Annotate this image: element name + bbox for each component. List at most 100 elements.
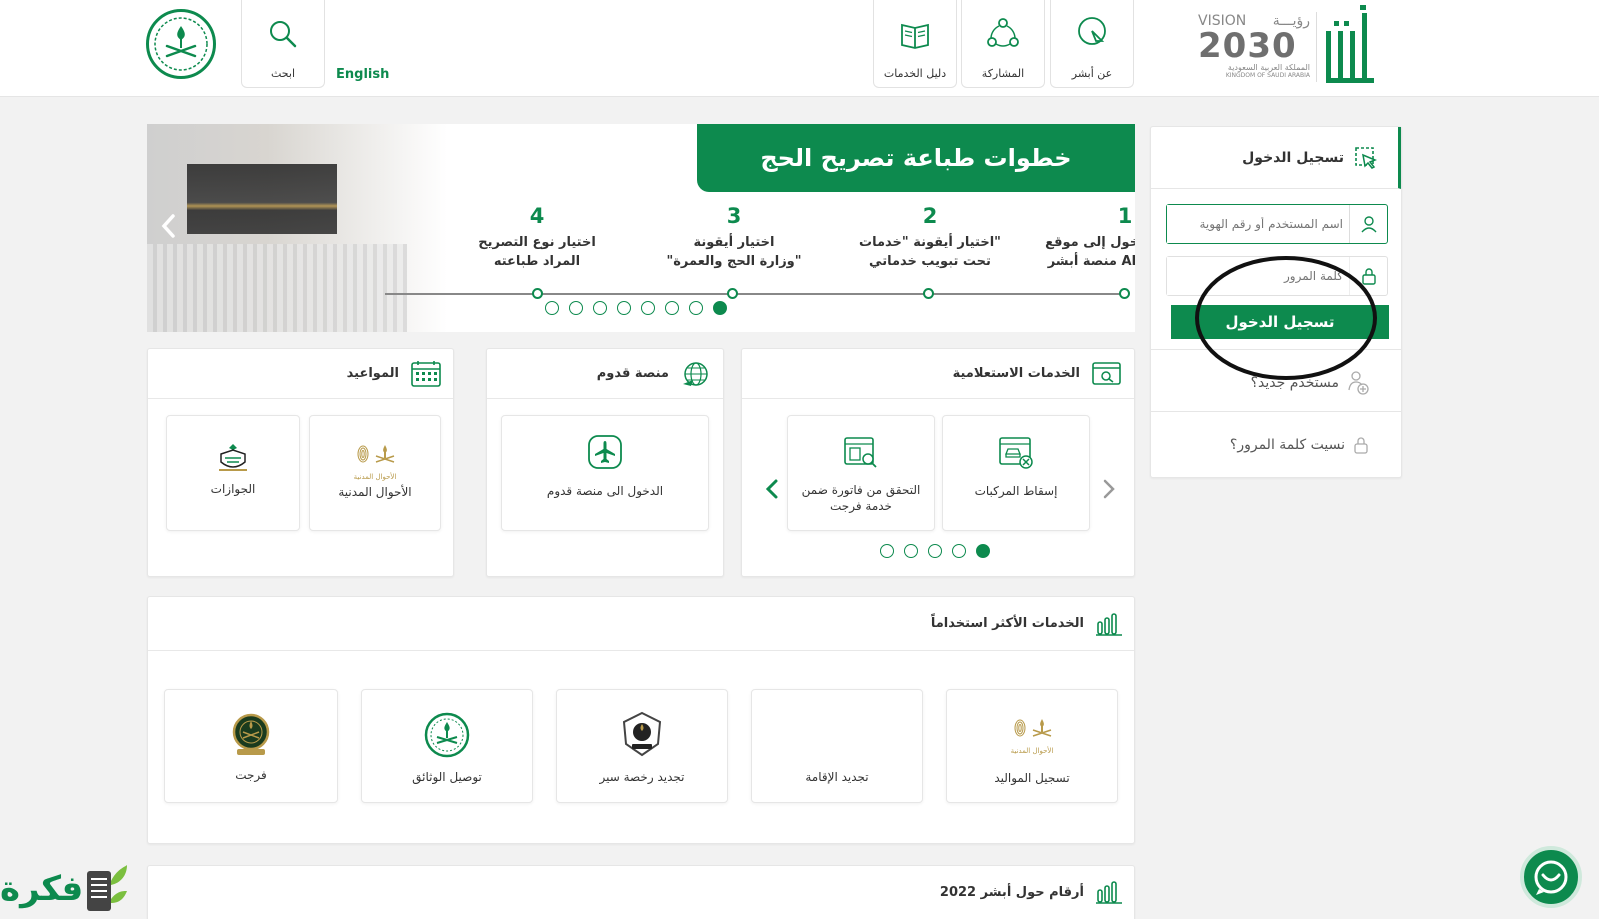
forgot-password-link[interactable]: نسيت كلمة المرور؟ xyxy=(1151,425,1399,465)
saudi-emblem-icon[interactable] xyxy=(146,9,216,79)
step-line xyxy=(385,293,1125,295)
search-icon xyxy=(270,21,297,48)
step-marker xyxy=(923,288,934,299)
pagination-dot[interactable] xyxy=(952,544,966,558)
card-header: أرقام حول أبشر 2022 xyxy=(148,866,1134,918)
card-header: الخدمات الأكثر استخداماً xyxy=(148,597,1134,651)
service-tile-iqama-renewal[interactable]: تجديد الإقامة xyxy=(751,689,923,803)
absher-logo[interactable] xyxy=(1322,3,1382,89)
pagination-dot[interactable] xyxy=(569,301,583,315)
service-tile-vehicle-license[interactable]: تجديد رخصة سير xyxy=(556,689,728,803)
tile-label: تجديد الإقامة xyxy=(805,770,869,784)
nav-service-guide[interactable]: دليل الخدمات xyxy=(873,0,957,88)
lock-icon xyxy=(1354,437,1368,454)
step-2: 2 اختيار أيقونة "خدمات" تحت تبويب خدماتي xyxy=(835,204,1025,271)
civil-affairs-logo-icon xyxy=(357,445,395,463)
farajat-emblem-icon xyxy=(232,713,270,755)
forgot-password-label: نسيت كلمة المرور؟ xyxy=(1229,437,1345,453)
card-title: المواعيد xyxy=(346,366,399,381)
pagination-dot-active[interactable] xyxy=(976,544,990,558)
pagination-dot[interactable] xyxy=(641,301,655,315)
pagination-dot[interactable] xyxy=(593,301,607,315)
language-link[interactable]: English xyxy=(336,67,389,82)
invoice-search-icon xyxy=(844,437,877,468)
pagination-dot[interactable] xyxy=(928,544,942,558)
banner-title: خطوات طباعة تصريح الحج xyxy=(760,144,1072,172)
pagination-dot[interactable] xyxy=(904,544,918,558)
service-tile-passports[interactable]: الجوازات xyxy=(166,415,300,531)
annotation-circle xyxy=(1195,256,1377,380)
step-text: تسجيل الدخول إلى موقع xyxy=(1045,235,1135,250)
nav-label: المشاركة xyxy=(981,67,1025,80)
divider xyxy=(1316,12,1317,82)
card-title: منصة قدوم xyxy=(596,366,669,381)
step-text: اختيار أيقونة xyxy=(693,235,775,250)
search-label: ابحث xyxy=(270,67,296,80)
chat-support-button[interactable] xyxy=(1520,846,1582,908)
civil-affairs-logo-text: الأحوال المدنية xyxy=(1010,747,1054,755)
service-tile-farajat[interactable]: فرجت xyxy=(164,689,338,803)
share-icon xyxy=(987,18,1019,47)
passports-logo-icon xyxy=(219,444,247,471)
tile-label: الدخول الى منصة قدوم xyxy=(546,484,664,498)
card-header: الخدمات الاستعلامية xyxy=(742,349,1134,399)
hajj-banner[interactable]: خطوات طباعة تصريح الحج 1 تسجيل الدخول إل… xyxy=(147,124,1135,332)
fikra-watermark: فكرة xyxy=(0,858,152,919)
step-number: 3 xyxy=(726,204,742,228)
service-tile-document-delivery[interactable]: توصيل الوثائق xyxy=(361,689,533,803)
browser-search-icon xyxy=(1092,361,1121,385)
card-title: أرقام حول أبشر 2022 xyxy=(939,884,1084,900)
nav-share[interactable]: المشاركة xyxy=(961,0,1045,88)
step-marker xyxy=(1119,288,1130,299)
banner-image xyxy=(147,124,447,332)
step-number: 2 xyxy=(922,204,938,228)
notebook-leaf-icon xyxy=(87,864,128,911)
absher-stats-card: أرقام حول أبشر 2022 xyxy=(147,865,1135,919)
pagination-dot[interactable] xyxy=(617,301,631,315)
chevron-right-icon xyxy=(1103,479,1115,499)
tile-label: الجوازات xyxy=(210,482,256,496)
service-tile-vehicles[interactable]: إسقاط المركبات xyxy=(942,415,1090,531)
card-title: الخدمات الاستعلامية xyxy=(952,366,1080,381)
chat-bot-icon xyxy=(1534,860,1568,895)
kingdom-en: KINGDOM OF SAUDI ARABIA xyxy=(1225,72,1310,79)
bar-chart-icon xyxy=(1096,881,1122,904)
card-header: منصة قدوم xyxy=(487,349,723,399)
username-field[interactable] xyxy=(1166,204,1388,244)
step-marker xyxy=(727,288,738,299)
pagination-dot[interactable] xyxy=(665,301,679,315)
username-input[interactable] xyxy=(1167,205,1349,243)
service-tile-civil-affairs[interactable]: الأحوال المدنية الأحوال المدنية xyxy=(309,415,441,531)
login-header: تسجيل الدخول xyxy=(1151,127,1401,189)
pagination-dot[interactable] xyxy=(545,301,559,315)
civil-affairs-logo-icon xyxy=(1014,719,1052,737)
step-text: "وزارة الحج والعمرة" xyxy=(666,254,802,269)
pagination-dot[interactable] xyxy=(689,301,703,315)
carousel-prev-button[interactable] xyxy=(762,477,782,501)
banner-pagination xyxy=(545,301,745,317)
card-header: المواعيد xyxy=(148,349,453,399)
pagination-dot-active[interactable] xyxy=(713,301,727,315)
service-tile-birth-registration[interactable]: الأحوال المدنية تسجيل المواليد xyxy=(946,689,1118,803)
service-tile-invoice[interactable]: التحقق من فاتورة ضمن خدمة فرجت xyxy=(787,415,935,531)
pagination-dot[interactable] xyxy=(880,544,894,558)
nav-about[interactable]: عن أبشر xyxy=(1050,0,1134,88)
inquiry-pagination xyxy=(880,544,1000,560)
car-remove-icon xyxy=(999,437,1033,469)
plane-icon xyxy=(588,435,622,469)
service-tile-arrival[interactable]: الدخول الى منصة قدوم xyxy=(501,415,709,531)
chevron-left-icon xyxy=(161,214,175,238)
globe-plane-icon xyxy=(683,361,708,386)
step-text: منصة أبشر ABSHER.sa xyxy=(1047,254,1135,269)
step-text: اختيار نوع التصريح xyxy=(478,235,596,250)
traffic-badge-icon xyxy=(622,711,662,757)
absher-logo-icon xyxy=(1326,5,1374,83)
step-text: اختيار أيقونة "خدمات" xyxy=(859,235,1001,250)
step-text: تحت تبويب خدماتي xyxy=(869,254,991,269)
search-button[interactable]: ابحث xyxy=(241,0,325,88)
calendar-icon xyxy=(411,360,441,387)
civil-affairs-logo-text: الأحوال المدنية xyxy=(353,473,397,481)
carousel-next-button[interactable] xyxy=(1099,477,1119,501)
banner-prev-button[interactable] xyxy=(157,210,181,242)
watermark-text: فكرة xyxy=(0,868,84,909)
